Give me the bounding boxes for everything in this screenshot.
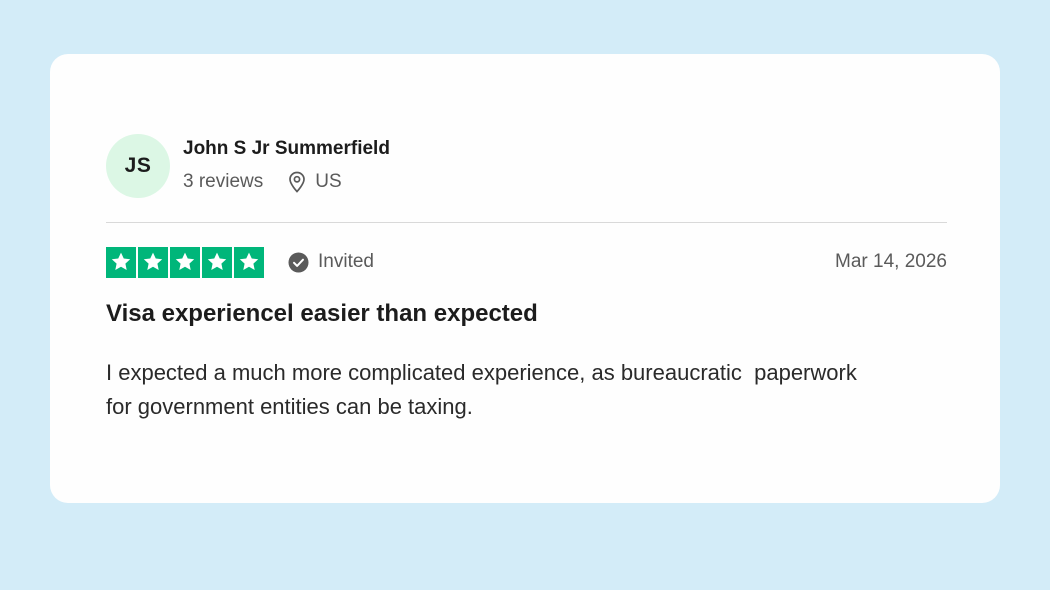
reviewer-header: JS John S Jr Summerfield 3 reviews US	[106, 134, 390, 198]
star-icon	[111, 252, 131, 270]
star-2	[138, 246, 168, 278]
reviews-count: 3 reviews	[183, 170, 264, 192]
reviewer-info: John S Jr Summerfield 3 reviews US	[183, 137, 390, 194]
rating-row: Invited Mar 14, 2026	[106, 246, 947, 278]
check-circle-icon	[288, 252, 309, 273]
star-icon	[207, 252, 227, 270]
reviewer-name[interactable]: John S Jr Summerfield	[183, 137, 390, 161]
star-icon	[175, 252, 195, 270]
review-card: JS John S Jr Summerfield 3 reviews US In…	[50, 54, 1000, 503]
reviewer-location: US	[287, 170, 342, 194]
divider	[106, 222, 947, 223]
star-5	[234, 246, 264, 278]
avatar-initials: JS	[124, 154, 152, 177]
review-date: Mar 14, 2026	[835, 251, 947, 272]
star-icon	[143, 252, 163, 270]
star-rating	[106, 246, 264, 278]
location-label: US	[315, 170, 342, 192]
star-1	[106, 246, 136, 278]
review-title[interactable]: Visa experiencel easier than expected	[106, 299, 538, 329]
invited-badge[interactable]: Invited	[288, 251, 374, 273]
map-pin-icon	[287, 171, 307, 193]
star-3	[170, 246, 200, 278]
star-4	[202, 246, 232, 278]
star-icon	[239, 252, 259, 270]
invited-label: Invited	[318, 251, 374, 272]
reviewer-meta: 3 reviews US	[183, 170, 390, 194]
avatar: JS	[106, 134, 170, 198]
review-body: I expected a much more complicated exper…	[106, 360, 857, 419]
